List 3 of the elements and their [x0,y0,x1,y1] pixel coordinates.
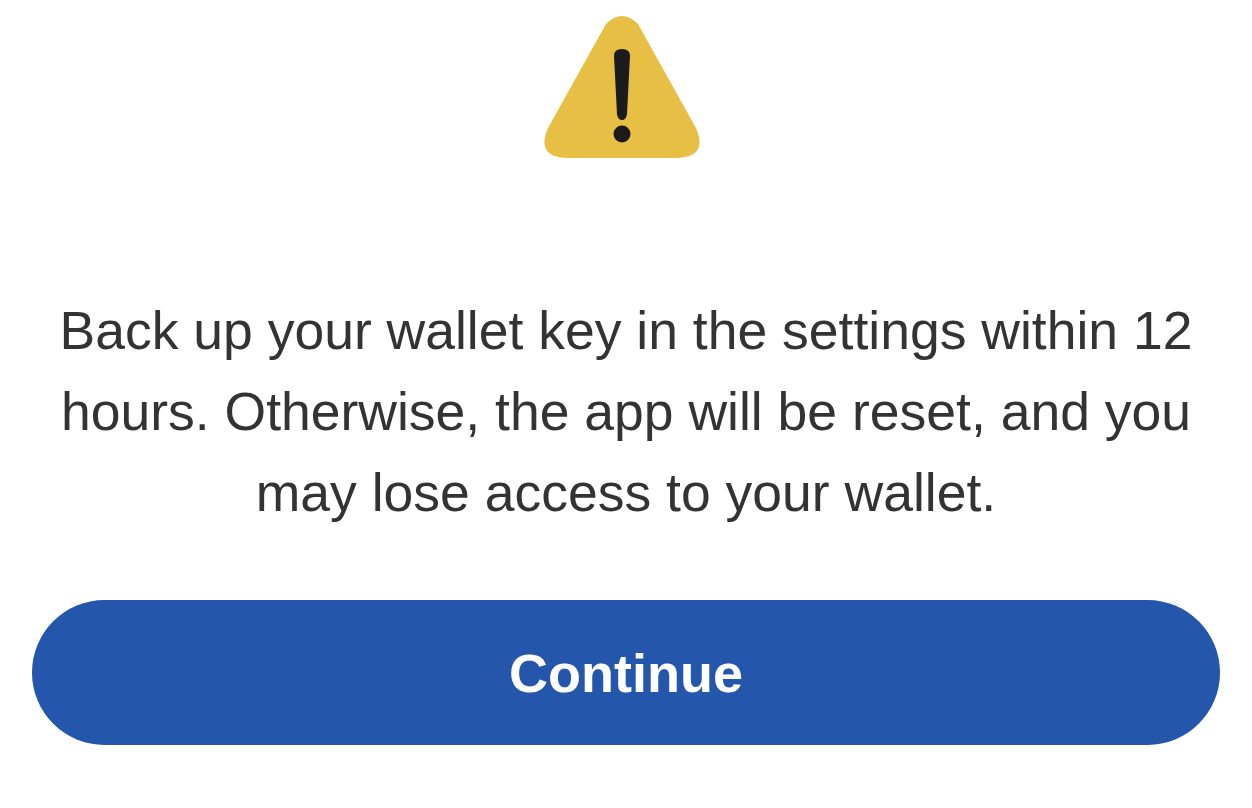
warning-icon [543,16,701,158]
continue-button[interactable]: Continue [32,600,1220,745]
warning-message: Back up your wallet key in the settings within 12 hours. Otherwise, the app will be reset, and you may lose access to your wallet. [58,300,1194,524]
